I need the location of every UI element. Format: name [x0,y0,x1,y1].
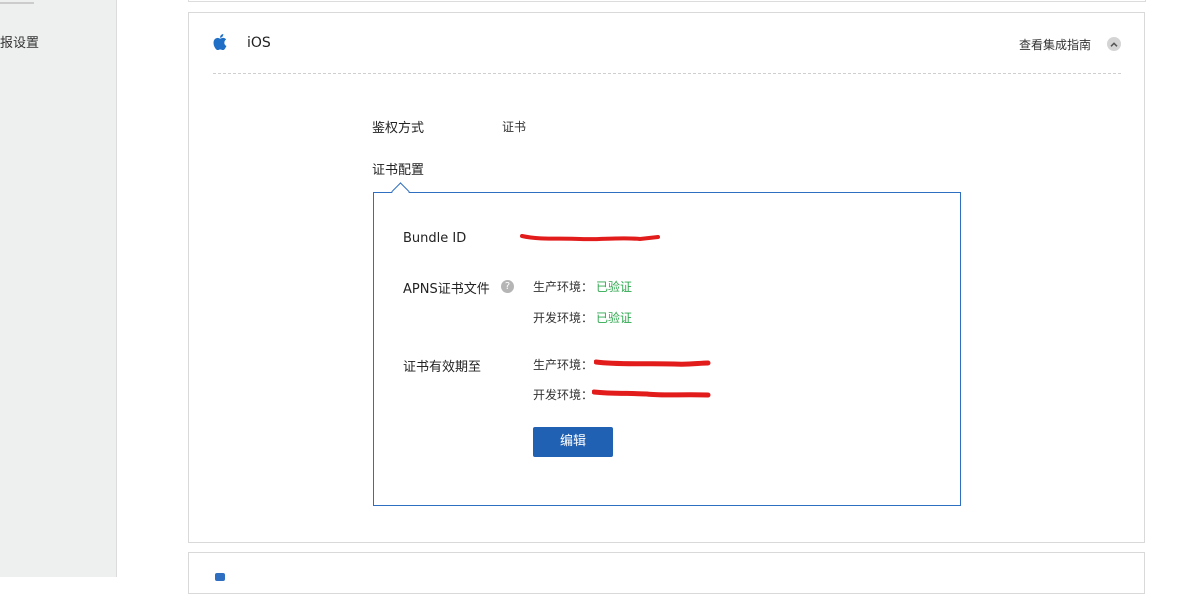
apns-production-status: 已验证 [596,280,633,294]
auth-method-value: 证书 [502,120,527,134]
edit-button[interactable]: 编辑 [533,427,613,457]
next-platform-panel [188,552,1145,594]
apns-production-label: 生产环境： [533,280,594,294]
previous-panel-edge [188,0,1146,2]
chevron-up-icon[interactable] [1107,37,1121,51]
cert-expiry-label: 证书有效期至 [403,360,482,375]
bundle-id-label: Bundle ID [403,231,467,246]
apns-development-label: 开发环境： [533,311,594,325]
integration-guide-link[interactable]: 查看集成指南 [1019,36,1091,53]
cert-config-title: 证书配置 [372,163,425,178]
apple-icon [213,34,227,50]
popover-caret [391,182,410,201]
apns-cert-label: APNS证书文件 [403,282,490,297]
expiry-production-label: 生产环境： [533,358,594,372]
sidebar: 报设置 [0,0,117,577]
panel-header: iOS 查看集成指南 [213,13,1121,74]
bundle-id-redacted [520,234,660,242]
ios-platform-panel: iOS 查看集成指南 鉴权方式 证书 证书配置 Bundle ID APNS证书… [188,12,1145,543]
platform-icon [215,573,225,581]
help-icon[interactable]: ? [501,280,514,293]
platform-title: iOS [247,35,271,51]
cert-config-box: Bundle ID APNS证书文件 ? 生产环境： 已验证 开发环境： 已验证… [373,182,961,506]
expiry-development-redacted [592,389,711,398]
apns-development-status: 已验证 [596,311,633,325]
expiry-production-redacted [594,359,711,367]
auth-method-label: 鉴权方式 [372,121,425,136]
sidebar-item-truncated[interactable] [0,0,34,4]
expiry-development-label: 开发环境： [533,388,594,402]
sidebar-item-report-settings[interactable]: 报设置 [0,32,39,51]
